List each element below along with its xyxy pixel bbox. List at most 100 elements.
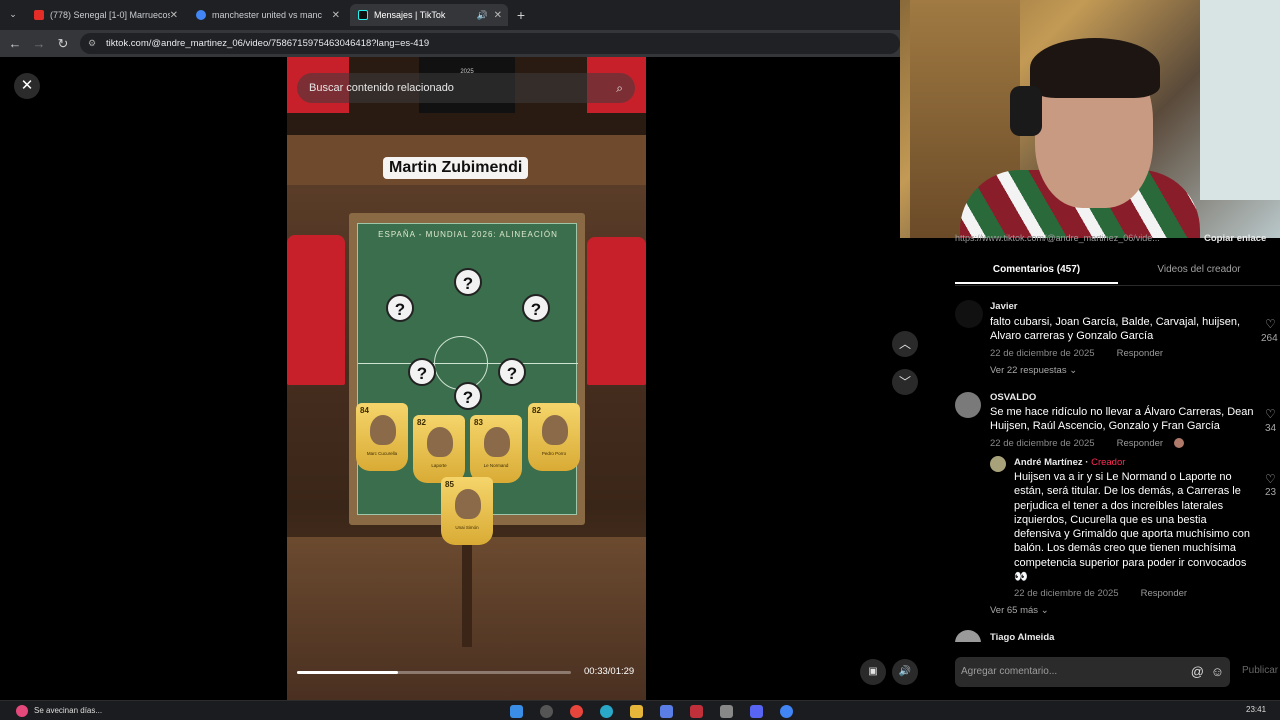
app-icon[interactable] [720,705,733,718]
video-progress-bar[interactable] [297,671,571,674]
notification-icon[interactable] [16,705,28,717]
related-search-input[interactable]: Buscar contenido relacionado ⌕ [297,73,635,103]
view-replies-button[interactable]: Ver 22 respuestas ⌄ [990,365,1077,376]
mention-icon[interactable]: @ [1191,657,1204,687]
view-replies-label: Ver 22 respuestas [990,365,1067,376]
mystery-player: ? [454,382,482,410]
card-name: Le Normand [483,463,509,468]
board-title: ESPAÑA - MUNDIAL 2026: ALINEACIÓN [378,230,558,239]
tab-senegal[interactable]: (778) Senegal [1-0] Marruecos ✕ [26,4,184,26]
search-icon[interactable]: ⌕ [616,73,623,103]
like-count: 264 [1261,333,1278,344]
halfway-line [358,363,578,364]
comment-text: Se me hace ridículo no llevar a Álvaro C… [990,406,1254,433]
webcam-window [1200,0,1280,200]
comment-meta: 22 de diciembre de 2025 Responder [990,348,1163,359]
avatar[interactable] [955,630,981,642]
site-info-icon[interactable]: ⚙ [88,33,96,54]
chevron-up-icon[interactable]: ︿ [892,331,918,357]
folder-icon[interactable] [630,705,643,718]
search-taskbar-icon[interactable] [540,705,553,718]
player-card: 83 Le Normand [470,415,522,483]
jersey-left [287,235,345,385]
tab-tiktok[interactable]: Mensajes | TikTok 🔊 ✕ [350,4,508,26]
mystery-player: ? [408,358,436,386]
app-icon[interactable] [690,705,703,718]
panel-tabs: Comentarios (457) Videos del creador [955,258,1280,286]
avatar[interactable] [990,456,1006,472]
close-tab-icon[interactable]: ✕ [494,10,502,21]
chrome-icon[interactable] [570,705,583,718]
comment-text: falto cubarsi, Joan García, Balde, Carva… [990,316,1241,343]
pip-icon[interactable]: ▣ [860,659,886,685]
reload-icon[interactable]: ↻ [54,35,72,53]
heart-icon[interactable]: ♡ [1265,472,1279,486]
tab-label: Mensajes | TikTok [374,10,446,20]
person-hair [1030,38,1160,98]
discord-icon[interactable] [750,705,763,718]
forward-icon[interactable]: → [30,35,48,53]
comment-input[interactable]: Agregar comentario... @ ☺ [955,657,1230,687]
edge-icon[interactable] [600,705,613,718]
comments-list: Javier falto cubarsi, Joan García, Balde… [955,290,1280,642]
chrome-active-icon[interactable] [780,705,793,718]
avatar[interactable] [955,300,983,328]
start-icon[interactable] [510,705,523,718]
comment-placeholder: Agregar comentario... [961,666,1058,677]
reply-button[interactable]: Responder [1141,588,1187,599]
player-card: 82 Laporte [413,415,465,483]
comment-author[interactable]: Tiago Almeida [990,632,1054,642]
mystery-player: ? [386,294,414,322]
player-photo [427,427,453,457]
avatar[interactable] [955,392,981,418]
close-tab-icon[interactable]: ✕ [332,10,340,21]
comment-author[interactable]: Javier [990,301,1017,312]
pitch: ESPAÑA - MUNDIAL 2026: ALINEACIÓN ? ? ? … [357,223,578,515]
copy-link-button[interactable]: Copiar enlace [1204,233,1266,244]
tab-comments[interactable]: Comentarios (457) [955,258,1118,284]
view-more-button[interactable]: Ver 65 más ⌄ [990,605,1049,616]
search-placeholder: Buscar contenido relacionado [309,82,454,94]
tab-comments-label: Comentarios (457) [992,264,1081,275]
comment-author[interactable]: André Martínez · Creador [1014,457,1125,468]
youtube-icon [34,10,44,20]
tab-creator-videos[interactable]: Videos del creador [1118,258,1280,284]
store-icon[interactable] [660,705,673,718]
close-icon[interactable]: ✕ [14,73,40,99]
heart-icon[interactable]: ♡ [1265,317,1279,331]
video-overlay-title: Martin Zubimendi [383,157,529,179]
new-tab-icon[interactable]: + [512,6,530,24]
audio-playing-icon[interactable]: 🔊 [477,10,488,21]
publish-button[interactable]: Publicar [1242,665,1278,676]
heart-icon[interactable]: ♡ [1265,407,1279,421]
player-photo [455,489,481,519]
chevron-down-icon[interactable]: ﹀ [892,369,918,395]
like-count: 23 [1265,487,1277,498]
player-card: 82 Pedro Porro [528,403,580,471]
close-tab-icon[interactable]: ✕ [170,10,178,21]
comment-author[interactable]: OSVALDO [990,392,1036,403]
google-icon [196,10,206,20]
reply-button[interactable]: Responder [1117,348,1163,359]
url-text: tiktok.com/@andre_martinez_06/video/7586… [106,38,430,49]
video-player[interactable]: 2025 Buscar contenido relacionado ⌕ ESPA… [287,57,646,700]
notification-text[interactable]: Se avecinan días... [34,706,102,715]
card-rating: 84 [360,406,369,415]
mystery-player: ? [498,358,526,386]
player-card: 84 Marc Cucurella [356,403,408,471]
card-rating: 82 [532,406,541,415]
comment-date: 22 de diciembre de 2025 [1014,588,1119,599]
like-count: 34 [1265,423,1277,434]
clock[interactable]: 23:41 [1246,705,1266,714]
tab-search-icon[interactable]: ⌄ [4,5,22,23]
tab-label: manchester united vs manches [212,10,322,20]
mystery-player: ? [522,294,550,322]
reply-button[interactable]: Responder [1117,438,1163,449]
tab-manchester[interactable]: manchester united vs manches ✕ [188,4,346,26]
video-time: 00:33/01:29 [584,666,635,677]
url-input[interactable]: ⚙ tiktok.com/@andre_martinez_06/video/75… [80,33,900,54]
emoji-icon[interactable]: ☺ [1211,657,1224,687]
volume-icon[interactable]: 🔊 [892,659,918,685]
back-icon[interactable]: ← [6,35,24,53]
player-photo [542,415,568,445]
